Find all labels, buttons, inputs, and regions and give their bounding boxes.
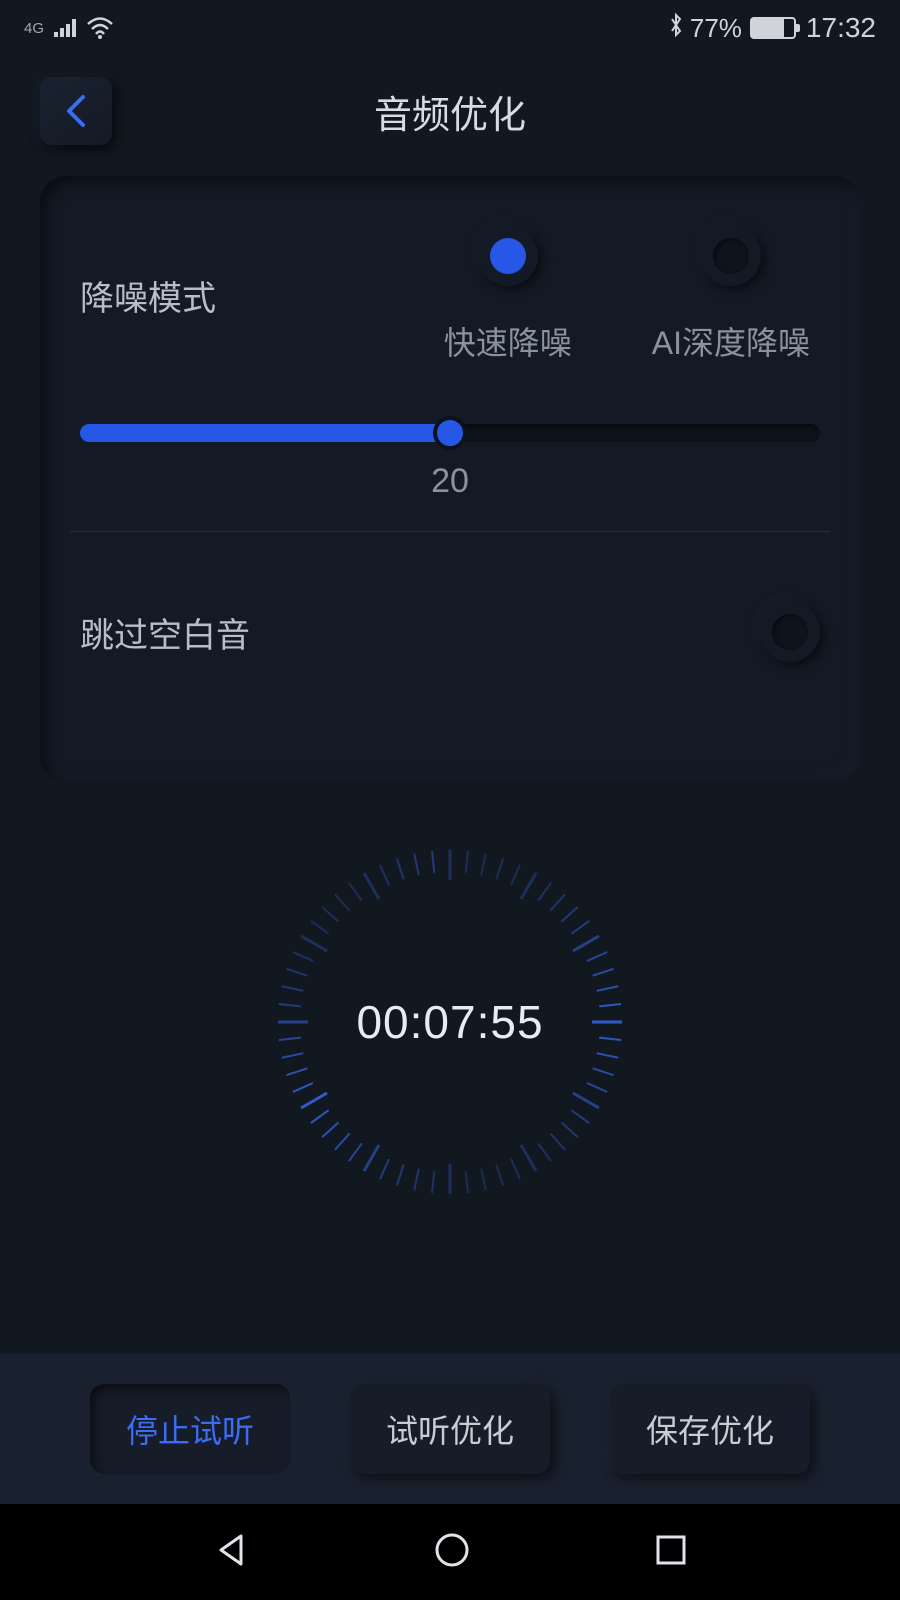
skip-silence-label: 跳过空白音 [80, 608, 250, 657]
back-button[interactable] [40, 77, 112, 145]
app-header: 音频优化 [0, 56, 900, 166]
nav-home-icon[interactable] [432, 1530, 472, 1575]
divider [70, 531, 830, 532]
chevron-left-icon [61, 93, 91, 129]
action-bar: 停止试听 试听优化 保存优化 [0, 1354, 900, 1504]
signal-icon [54, 19, 76, 37]
radio-label: AI深度降噪 [652, 318, 810, 364]
denoise-slider[interactable]: 20 [80, 424, 820, 501]
slider-thumb[interactable] [433, 416, 467, 450]
radio-fast-denoise[interactable]: 快速降噪 [444, 226, 572, 364]
radio-ai-denoise[interactable]: AI深度降噪 [652, 226, 810, 364]
timer-display: 00:07:55 [270, 842, 630, 1202]
timer-ticks-icon [270, 842, 630, 1202]
noise-mode-radio-group: 快速降噪 AI深度降噪 [330, 226, 820, 364]
stop-preview-button[interactable]: 停止试听 [90, 1384, 290, 1474]
nav-recent-icon[interactable] [653, 1532, 689, 1573]
radio-label: 快速降噪 [444, 318, 572, 364]
status-bar: 4G 77% 17:32 [0, 0, 900, 56]
skip-silence-toggle[interactable] [760, 602, 820, 662]
nav-bar [0, 1504, 900, 1600]
battery-percent: 77% [690, 13, 742, 44]
preview-optimize-button[interactable]: 试听优化 [350, 1384, 550, 1474]
nav-back-icon[interactable] [211, 1530, 251, 1575]
bluetooth-icon [668, 12, 684, 45]
radio-icon [701, 226, 761, 286]
save-optimize-button[interactable]: 保存优化 [610, 1384, 810, 1474]
noise-mode-label: 降噪模式 [80, 271, 330, 320]
clock: 17:32 [806, 12, 876, 44]
slider-value: 20 [80, 462, 820, 501]
network-label: 4G [24, 21, 44, 36]
wifi-icon [86, 17, 114, 39]
page-title: 音频优化 [374, 84, 526, 139]
battery-icon [750, 17, 796, 39]
settings-card: 降噪模式 快速降噪 AI深度降噪 20 跳过空白音 [40, 176, 860, 782]
radio-icon [478, 226, 538, 286]
